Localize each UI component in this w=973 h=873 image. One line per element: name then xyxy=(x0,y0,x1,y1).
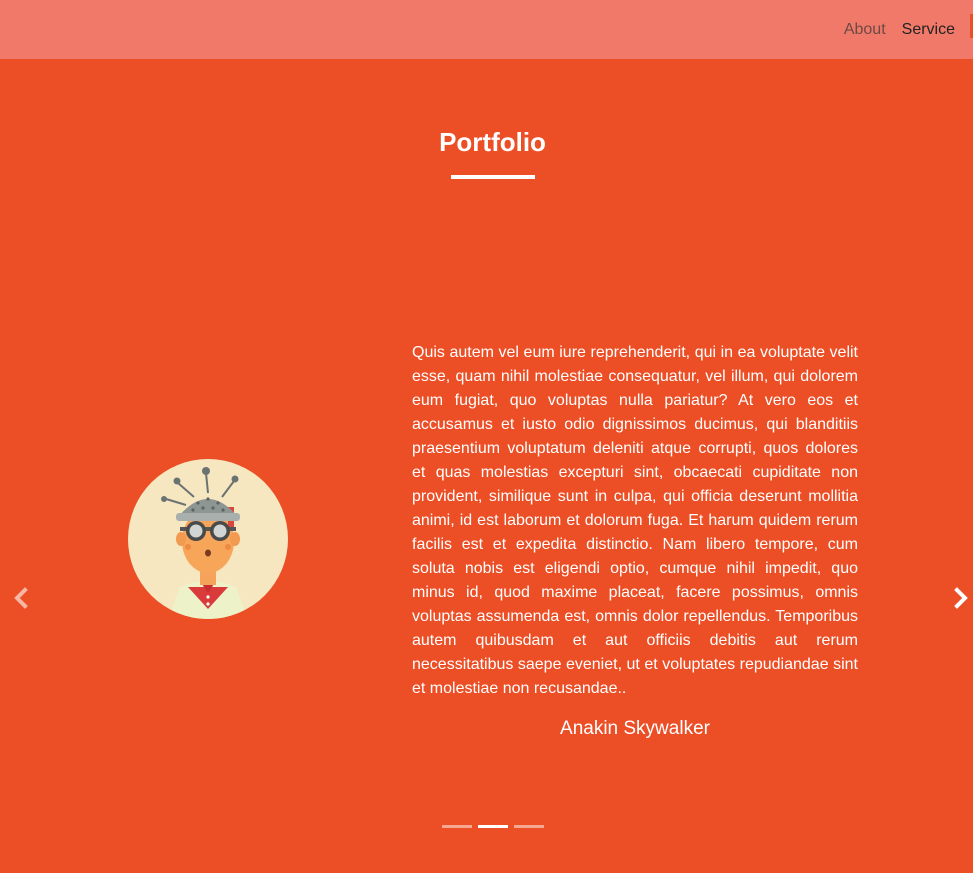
title-underline xyxy=(451,175,535,179)
testimonial-author: Anakin Skywalker xyxy=(560,718,710,739)
carousel-indicator-2[interactable] xyxy=(478,825,508,828)
scientist-avatar-icon xyxy=(161,467,248,619)
nav-link-service[interactable]: Service xyxy=(902,21,955,39)
carousel-prev-button[interactable] xyxy=(9,586,33,610)
carousel-indicators xyxy=(442,825,544,828)
chevron-left-icon xyxy=(14,587,28,609)
testimonial-quote: Quis autem vel eum iure reprehenderit, q… xyxy=(412,344,858,697)
carousel-indicator-3[interactable] xyxy=(514,825,544,828)
carousel-next-button[interactable] xyxy=(949,586,973,610)
nav-menu: About Service xyxy=(844,0,973,59)
testimonial-avatar xyxy=(128,459,288,619)
top-navbar: About Service xyxy=(0,0,973,59)
carousel-indicator-1[interactable] xyxy=(442,825,472,828)
section-title: Portfolio xyxy=(439,127,546,157)
chevron-right-icon xyxy=(954,587,968,609)
nav-link-about[interactable]: About xyxy=(844,21,886,39)
